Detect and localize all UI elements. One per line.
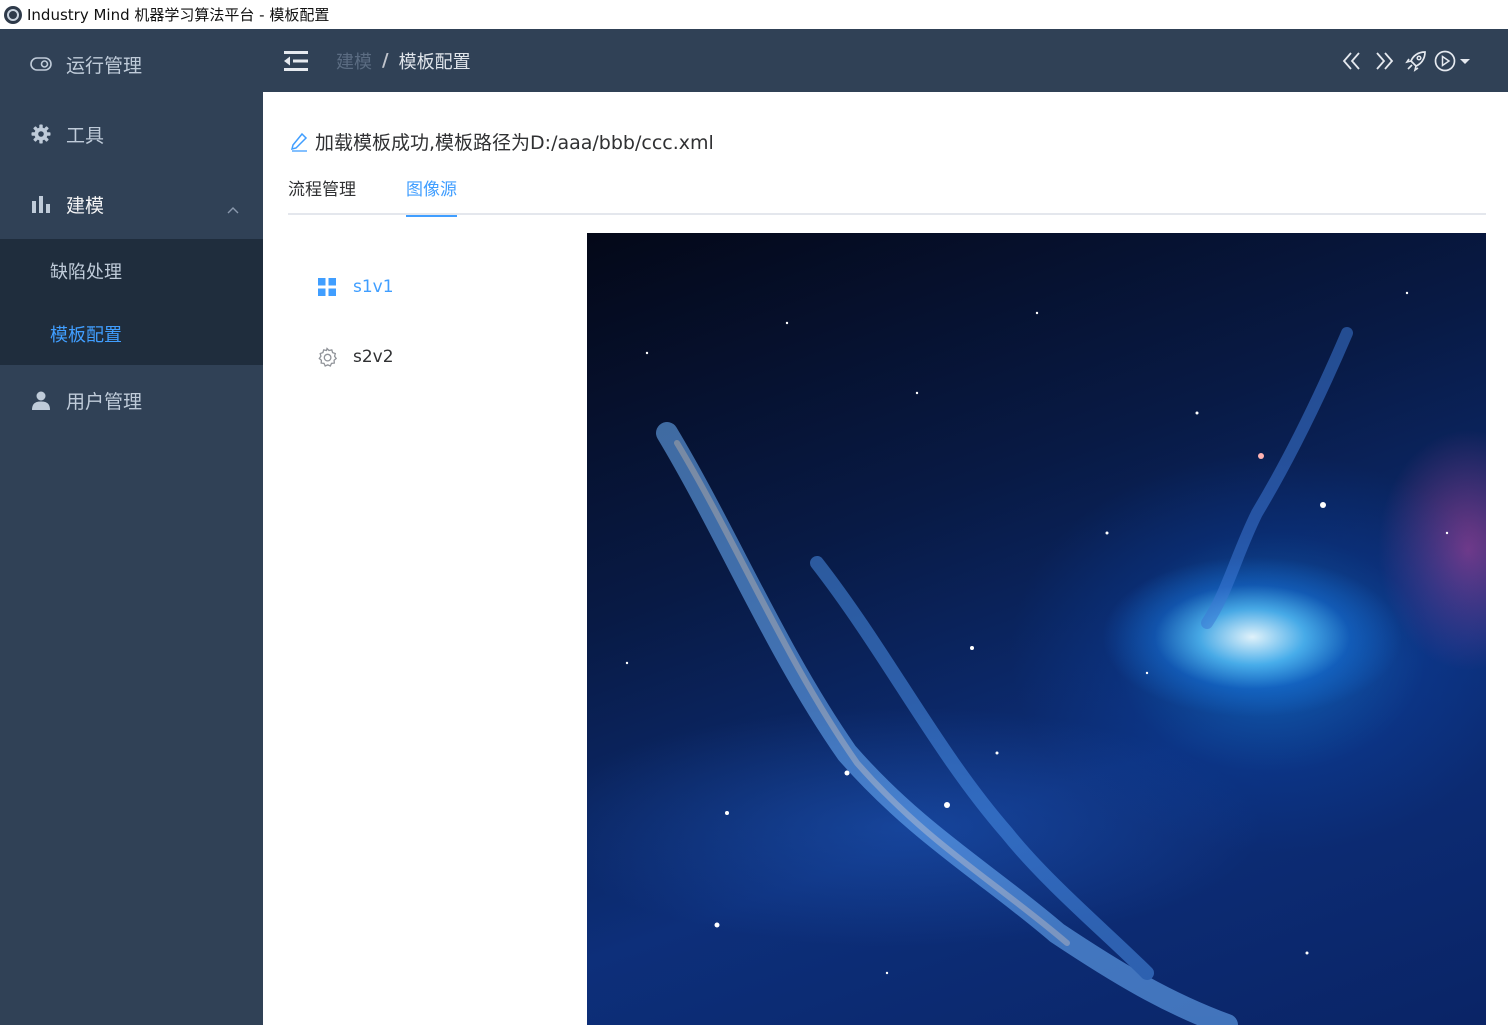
sidebar-item-label: 建模 bbox=[66, 194, 105, 217]
menu-collapse-icon[interactable] bbox=[284, 50, 308, 72]
sidebar: 运行管理 工具 建模 缺陷处理 模板配置 用户管理 bbox=[0, 29, 263, 1025]
double-chevron-left-icon[interactable] bbox=[1338, 47, 1366, 75]
sidebar-item-tools[interactable]: 工具 bbox=[0, 99, 263, 169]
tab-bar: 流程管理 图像源 bbox=[288, 172, 1486, 217]
breadcrumb-separator: / bbox=[382, 50, 389, 71]
tab-image-source[interactable]: 图像源 bbox=[406, 172, 457, 217]
galaxy-image bbox=[625, 291, 1449, 1025]
sidebar-item-modeling[interactable]: 建模 bbox=[0, 169, 263, 239]
window-titlebar: Industry Mind 机器学习算法平台 - 模板配置 bbox=[0, 0, 1508, 29]
gear-outline-icon bbox=[317, 347, 338, 367]
sidebar-item-run-management[interactable]: 运行管理 bbox=[0, 29, 263, 99]
main-content: 加载模板成功,模板路径为D:/aaa/bbb/ccc.xml 流程管理 图像源 … bbox=[263, 92, 1508, 1025]
gear-icon bbox=[30, 123, 52, 145]
source-item-label: s2v2 bbox=[353, 347, 394, 367]
double-chevron-right-icon[interactable] bbox=[1370, 47, 1398, 75]
source-item-s1v1[interactable]: s1v1 bbox=[317, 252, 394, 322]
sidebar-item-label: 运行管理 bbox=[66, 54, 143, 77]
user-icon bbox=[30, 389, 52, 411]
rocket-icon[interactable] bbox=[1402, 47, 1430, 75]
header-toolbar bbox=[1334, 47, 1474, 75]
window-title: Industry Mind 机器学习算法平台 - 模板配置 bbox=[27, 6, 330, 24]
breadcrumb-item-modeling[interactable]: 建模 bbox=[336, 48, 372, 74]
status-message-text: 加载模板成功,模板路径为D:/aaa/bbb/ccc.xml bbox=[315, 132, 714, 154]
status-message: 加载模板成功,模板路径为D:/aaa/bbb/ccc.xml bbox=[289, 128, 714, 155]
sidebar-item-defect-processing[interactable]: 缺陷处理 bbox=[0, 239, 263, 302]
top-header: 建模 / 模板配置 bbox=[263, 29, 1508, 92]
chevron-up-icon bbox=[227, 197, 239, 214]
sidebar-item-template-config[interactable]: 模板配置 bbox=[0, 302, 263, 365]
breadcrumb-item-template-config: 模板配置 bbox=[398, 51, 471, 73]
image-source-list: s1v1 s2v2 bbox=[317, 252, 394, 392]
source-item-label: s1v1 bbox=[353, 277, 394, 297]
sidebar-item-label: 用户管理 bbox=[66, 390, 143, 413]
toggle-icon bbox=[30, 53, 52, 75]
sidebar-submenu-modeling: 缺陷处理 模板配置 bbox=[0, 239, 263, 365]
breadcrumb: 建模 / 模板配置 bbox=[336, 48, 471, 74]
app-logo-icon bbox=[4, 5, 22, 24]
tab-process-management[interactable]: 流程管理 bbox=[288, 172, 356, 215]
sidebar-item-user-management[interactable]: 用户管理 bbox=[0, 365, 263, 435]
sidebar-item-label: 工具 bbox=[66, 124, 105, 147]
bar-chart-icon bbox=[30, 193, 52, 215]
edit-pen-icon bbox=[289, 132, 309, 152]
image-preview bbox=[587, 233, 1486, 1025]
play-circle-icon[interactable] bbox=[1434, 47, 1474, 75]
source-item-s2v2[interactable]: s2v2 bbox=[317, 322, 394, 392]
grid-icon bbox=[317, 277, 337, 297]
